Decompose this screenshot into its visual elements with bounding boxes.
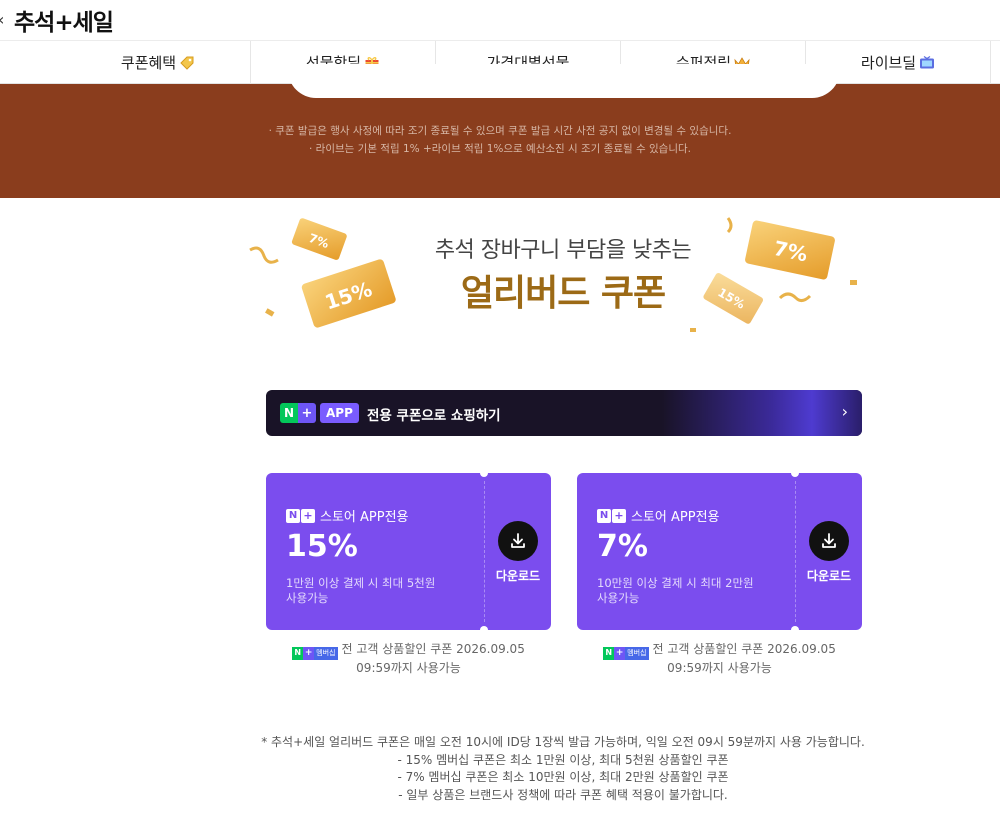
coupon-note-line: N + 멤버십 전 고객 상품할인 쿠폰 2026.09.05 [577,641,862,660]
hero-title: 얼리버드 쿠폰 [460,273,666,314]
coupon-notch [480,626,488,630]
tab-label: 라이브딜 [860,54,917,72]
footnote-line: * 추석+세일 얼리버드 쿠폰은 매일 오전 10시에 ID당 1장씩 발급 가… [261,735,865,749]
footnotes: * 추석+세일 얼리버드 쿠폰은 매일 오전 10시에 ID당 1장씩 발급 가… [0,734,1000,804]
coupon-notch [791,626,799,630]
download-button[interactable] [809,521,849,561]
hero-subtitle: 추석 장바구니 부담을 낮추는 [434,238,692,263]
coupon-perforation [795,481,796,622]
tab-label: 쿠폰혜택 [120,54,177,72]
footnote-line: - 15% 멤버십 쿠폰은 최소 1만원 이상, 최대 5천원 상품할인 쿠폰 [397,752,729,767]
coupon-desc-line: 사용가능 [597,591,640,605]
app-exclusive-banner[interactable]: N + APP 전용 쿠폰으로 쇼핑하기 › [266,390,862,436]
notice-text: · 쿠폰 발급은 행사 사정에 따라 조기 종료될 수 있으며 쿠폰 발급 시간… [268,125,732,137]
coupon-desc-line: 10만원 이상 결제 시 최대 2만원 [597,576,754,590]
coupon-note-line: 09:59까지 사용가능 [667,660,772,675]
download-label[interactable]: 다운로드 [803,567,855,584]
coupon-header: N + 스토어 APP전용 [597,506,720,525]
naver-membership-badge: N + 멤버십 [292,646,338,660]
download-label[interactable]: 다운로드 [492,567,544,584]
naver-n-icon: N [286,508,300,523]
coupon-notch [791,473,799,477]
coupon-card: N + 스토어 APP전용 7% 10만원 이상 결제 시 최대 2만원 사용가능… [577,473,862,630]
footnote-line: - 7% 멤버십 쿠폰은 최소 10만원 이상, 최대 2만원 상품할인 쿠폰 [397,770,729,784]
plus-badge: + [298,403,316,423]
naver-membership-badge: N + 멤버십 [603,646,649,660]
coupon-desc-line: 사용가능 [286,591,329,605]
coupon-note-line: N + 멤버십 전 고객 상품할인 쿠폰 2026.09.05 [266,641,551,660]
coupon-description: 1만원 이상 결제 시 최대 5천원 사용가능 [286,576,435,606]
plus-icon: + [612,508,626,523]
tag-icon [180,56,194,70]
coupon-desc-line: 1만원 이상 결제 시 최대 5천원 [286,576,436,590]
tv-icon [920,55,935,68]
chevron-right-icon: › [841,402,848,421]
coupon-header-text: 스토어 APP전용 [631,510,720,525]
coupon-note: N + 멤버십 전 고객 상품할인 쿠폰 2026.09.05 09:59까지 사용가… [577,641,862,676]
coupon-description: 10만원 이상 결제 시 최대 2만원 사용가능 [597,576,754,606]
banner-pill [288,64,840,98]
coupon-notch [480,473,488,477]
banner-glow [662,390,862,436]
back-icon[interactable]: ‹ [0,10,4,29]
app-badge: APP [320,403,359,423]
top-bar: ‹ 추석+세일 [0,0,1000,40]
tab-coupon[interactable]: 쿠폰혜택 [66,41,251,84]
coupon-note: N + 멤버십 전 고객 상품할인 쿠폰 2026.09.05 09:59까지 사용가… [266,641,551,676]
coupon-card: N + 스토어 APP전용 15% 1만원 이상 결제 시 최대 5천원 사용가능… [266,473,551,630]
app-banner-text: 전용 쿠폰으로 쇼핑하기 [367,408,501,424]
coupon-header: N + 스토어 APP전용 [286,506,409,525]
page-title: 추석+세일 [14,10,114,36]
notice-banner: · 쿠폰 발급은 행사 사정에 따라 조기 종료될 수 있으며 쿠폰 발급 시간… [0,64,1000,198]
coupon-rate: 7% [597,529,648,564]
footnote-line: - 일부 상품은 브랜드사 정책에 따라 쿠폰 혜택 적용이 불가합니다. [398,787,728,802]
coupon-header-text: 스토어 APP전용 [320,510,409,525]
coupon-note-line: 09:59까지 사용가능 [356,660,461,675]
coupon-rate: 15% [286,529,358,564]
coupon-perforation [484,481,485,622]
download-button[interactable] [498,521,538,561]
download-icon [822,533,836,548]
download-icon [511,533,525,548]
notice-text: · 라이브는 기본 적립 1% +라이브 적립 1%으로 예산소진 시 조기 종… [309,143,691,155]
plus-icon: + [301,508,315,523]
naver-n-icon: N [597,508,611,523]
naver-n-badge: N [280,403,298,423]
page: ‹ 추석+세일 쿠폰혜택 선물핫딜 가격대별선물 슈퍼적립 [0,0,1000,823]
